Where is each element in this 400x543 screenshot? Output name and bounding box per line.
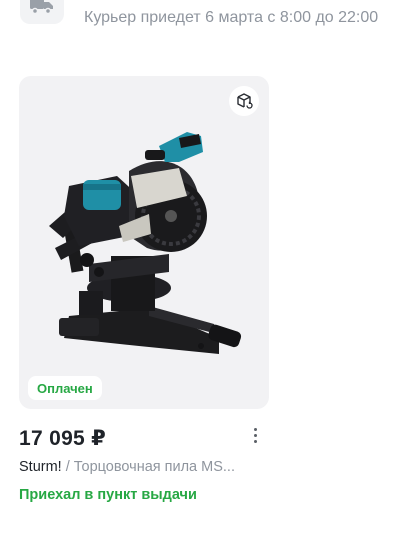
paid-status-badge: Оплачен: [28, 376, 102, 400]
product-name: / Торцовочная пила MS...: [61, 459, 235, 475]
product-image[interactable]: Оплачен: [19, 76, 269, 409]
return-hint-button[interactable]: [229, 86, 259, 116]
product-price: 17 095 ₽: [19, 427, 107, 450]
kebab-dot-icon: [253, 439, 257, 443]
delivery-info-text: Курьер приедет 6 марта с 8:00 до 22:00: [84, 9, 379, 26]
product-title[interactable]: Sturm! / Торцовочная пила MS...: [19, 459, 269, 475]
kebab-dot-icon: [253, 433, 257, 437]
product-brand: Sturm!: [19, 459, 62, 475]
delivery-icon-box: [20, 0, 64, 24]
more-options-button[interactable]: [246, 424, 264, 446]
order-status: Приехал в пункт выдачи: [19, 487, 197, 503]
miter-saw-image: [49, 132, 242, 354]
truck-icon: [30, 0, 53, 15]
kebab-dot-icon: [253, 427, 257, 431]
box-exchange-icon: [237, 93, 253, 109]
